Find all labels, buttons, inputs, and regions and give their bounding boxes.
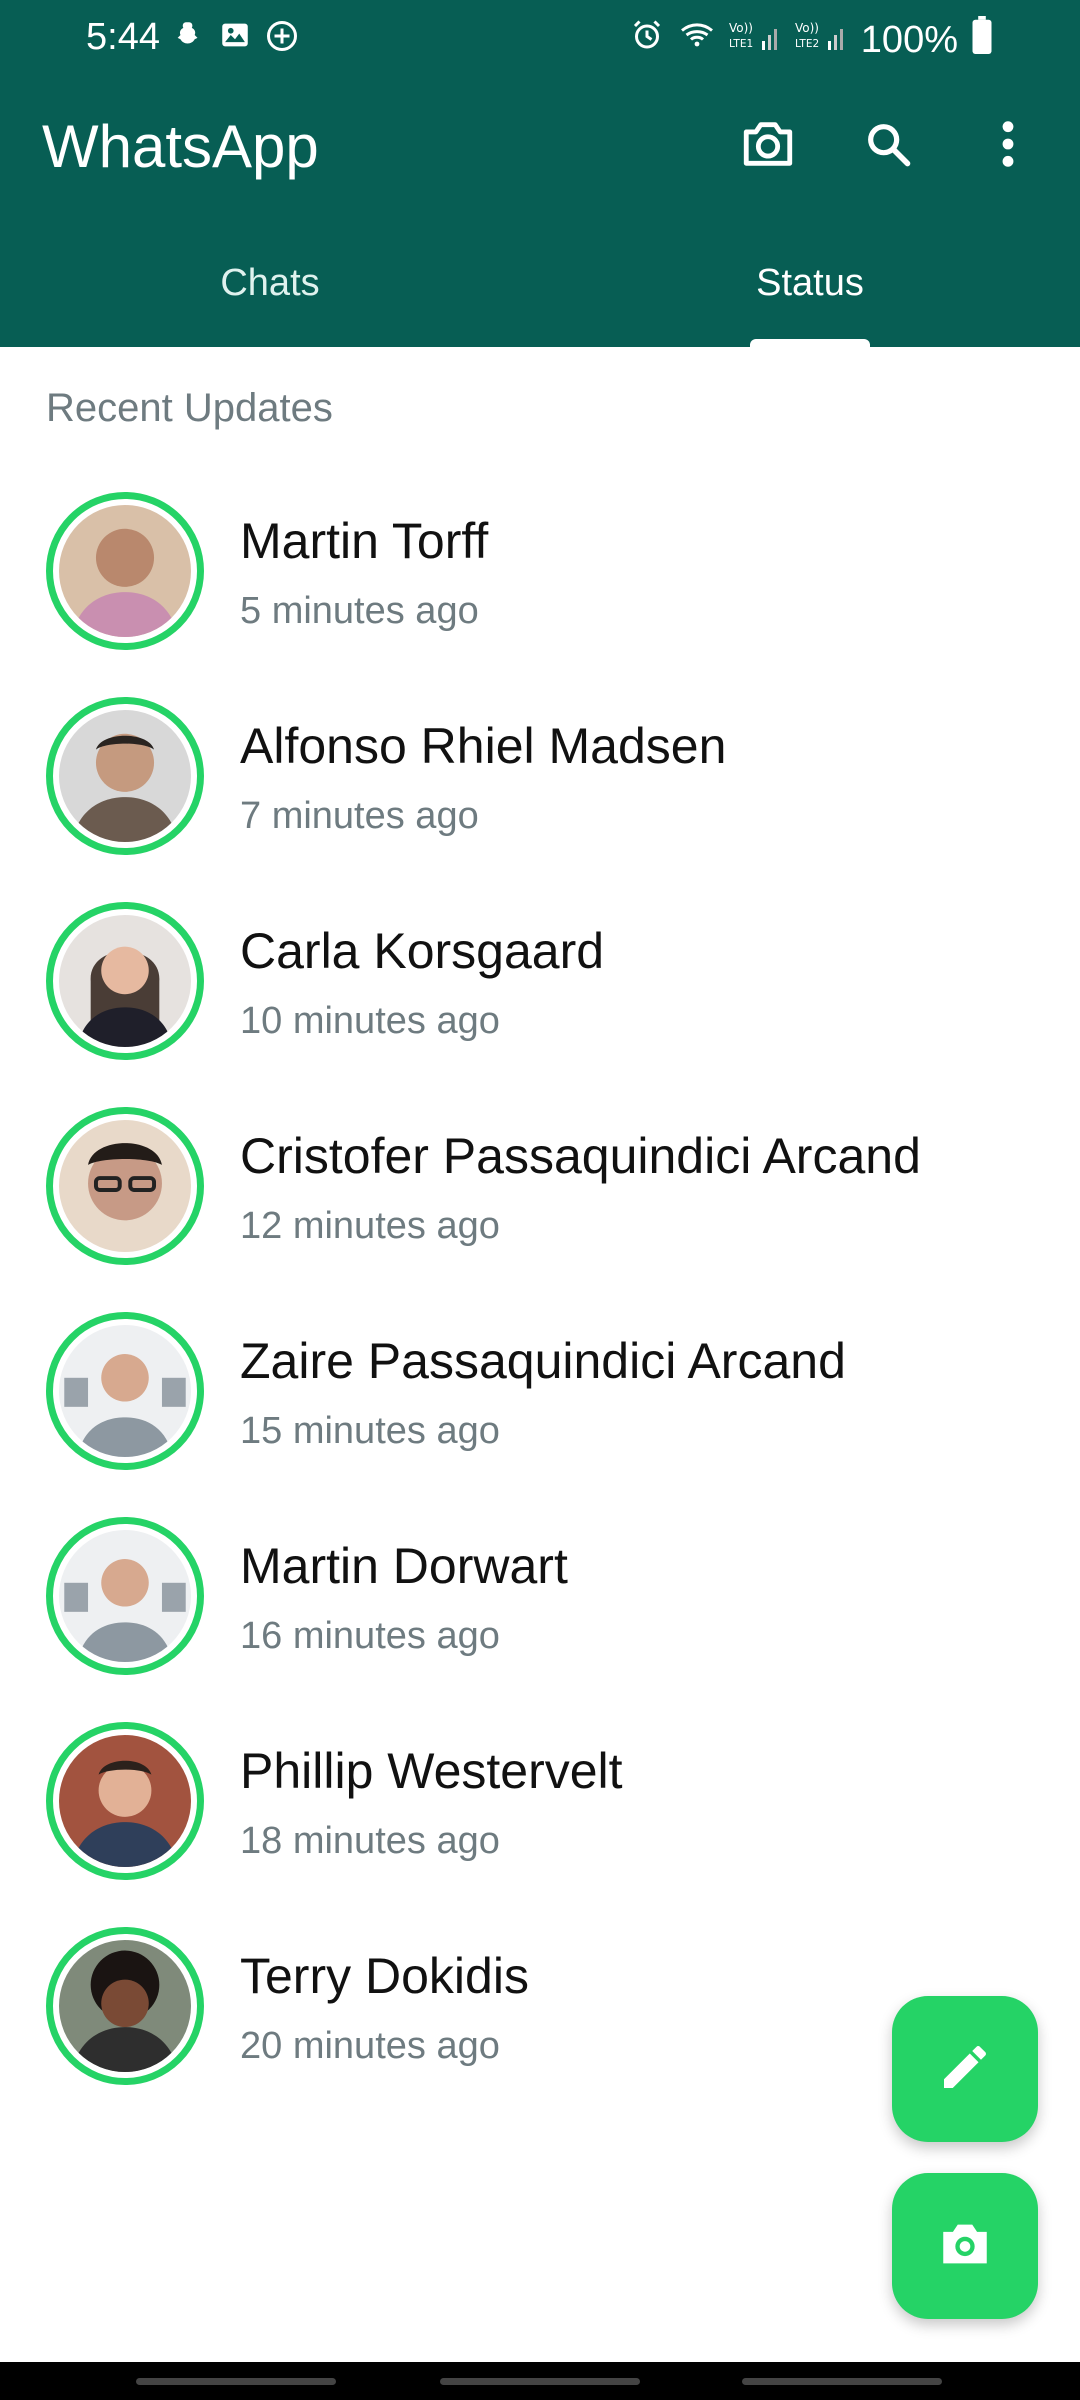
person-photo-icon — [59, 505, 191, 637]
person-photo-icon — [59, 1735, 191, 1867]
avatar-image — [59, 1735, 191, 1867]
status-item[interactable]: Martin Dorwart 16 minutes ago — [0, 1513, 1080, 1718]
app-bar: 5:44 Vo)) LTE1 Vo)) LTE2 100% WhatsApp C… — [0, 0, 1080, 347]
status-item[interactable]: Alfonso Rhiel Madsen 7 minutes ago — [0, 693, 1080, 898]
status-time-ago: 20 minutes ago — [240, 2025, 500, 2067]
person-photo-icon — [59, 1940, 191, 2072]
avatar[interactable] — [46, 492, 204, 650]
avatar-image — [59, 1530, 191, 1662]
avatar-image — [59, 915, 191, 1047]
status-time-ago: 7 minutes ago — [240, 795, 479, 837]
search-icon[interactable] — [856, 112, 920, 176]
edit-status-button[interactable] — [892, 1996, 1038, 2142]
status-list: Martin Torff 5 minutes ago Alfonso Rhiel… — [0, 488, 1080, 2128]
contact-name: Alfonso Rhiel Madsen — [240, 718, 727, 774]
camera-status-button[interactable] — [892, 2173, 1038, 2319]
avatar[interactable] — [46, 1722, 204, 1880]
tab-chats[interactable]: Chats — [0, 250, 540, 347]
alarm-icon — [629, 17, 665, 63]
person-photo-icon — [59, 1120, 191, 1252]
active-tab-indicator — [750, 339, 870, 347]
avatar-image — [59, 1325, 191, 1457]
tab-status[interactable]: Status — [540, 250, 1080, 347]
nav-home-handle[interactable] — [440, 2378, 640, 2385]
status-time-ago: 12 minutes ago — [240, 1205, 500, 1247]
avatar-image — [59, 1120, 191, 1252]
contact-name: Martin Dorwart — [240, 1538, 568, 1594]
status-screen: 5:44 Vo)) LTE1 Vo)) LTE2 100% WhatsApp C… — [0, 0, 1080, 2400]
person-photo-icon — [59, 710, 191, 842]
gallery-icon — [218, 18, 252, 64]
status-time-ago: 10 minutes ago — [240, 1000, 500, 1042]
system-navigation-bar — [0, 2362, 1080, 2400]
avatar[interactable] — [46, 1517, 204, 1675]
nav-recents-handle[interactable] — [136, 2378, 336, 2385]
contact-name: Carla Korsgaard — [240, 923, 605, 979]
avatar[interactable] — [46, 1927, 204, 2085]
status-item[interactable]: Phillip Westervelt 18 minutes ago — [0, 1718, 1080, 1923]
contact-name: Zaire Passaquindici Arcand — [240, 1333, 846, 1389]
nav-back-handle[interactable] — [742, 2378, 942, 2385]
wifi-icon — [677, 17, 717, 63]
status-item[interactable]: Zaire Passaquindici Arcand 15 minutes ag… — [0, 1308, 1080, 1513]
avatar[interactable] — [46, 1107, 204, 1265]
person-photo-icon — [59, 1530, 191, 1662]
svg-text:Vo)): Vo)) — [795, 21, 819, 35]
svg-text:LTE2: LTE2 — [795, 38, 819, 50]
status-item[interactable]: Martin Torff 5 minutes ago — [0, 488, 1080, 693]
status-left-icons — [172, 18, 300, 64]
status-item[interactable]: Carla Korsgaard 10 minutes ago — [0, 898, 1080, 1103]
contact-name: Phillip Westervelt — [240, 1743, 623, 1799]
tab-bar: Chats Status — [0, 250, 1080, 347]
status-time: 5:44 — [86, 16, 160, 58]
person-photo-icon — [59, 1325, 191, 1457]
camera-icon[interactable] — [736, 112, 800, 176]
status-time-ago: 15 minutes ago — [240, 1410, 500, 1452]
avatar-image — [59, 710, 191, 842]
contact-name: Martin Torff — [240, 513, 489, 569]
header-actions — [736, 112, 1040, 176]
more-vert-icon[interactable] — [976, 112, 1040, 176]
avatar[interactable] — [46, 1312, 204, 1470]
person-photo-icon — [59, 915, 191, 1047]
svg-text:Vo)): Vo)) — [729, 21, 753, 35]
signal-lte2-icon: Vo)) LTE2 — [795, 17, 849, 63]
avatar-image — [59, 1940, 191, 2072]
notification-icon — [172, 18, 206, 64]
battery-icon — [970, 16, 994, 64]
contact-name: Cristofer Passaquindici Arcand — [240, 1128, 921, 1184]
system-status-bar: 5:44 Vo)) LTE1 Vo)) LTE2 100% — [0, 0, 1080, 78]
avatar[interactable] — [46, 902, 204, 1060]
tab-chats-label: Chats — [220, 262, 320, 304]
recent-updates-label: Recent Updates — [46, 386, 333, 430]
status-right-icons: Vo)) LTE1 Vo)) LTE2 100% — [629, 16, 994, 64]
tab-status-label: Status — [756, 262, 864, 304]
add-circle-icon — [264, 18, 300, 64]
avatar[interactable] — [46, 697, 204, 855]
status-item[interactable]: Cristofer Passaquindici Arcand 12 minute… — [0, 1103, 1080, 1308]
status-time-ago: 16 minutes ago — [240, 1615, 500, 1657]
signal-lte1-icon: Vo)) LTE1 — [729, 17, 783, 63]
battery-percent: 100% — [860, 18, 958, 61]
svg-text:LTE1: LTE1 — [729, 38, 753, 50]
camera-icon — [936, 2218, 994, 2275]
status-time-ago: 5 minutes ago — [240, 590, 479, 632]
edit-icon — [937, 2039, 993, 2100]
avatar-image — [59, 505, 191, 637]
contact-name: Terry Dokidis — [240, 1948, 529, 2004]
app-title: WhatsApp — [42, 113, 319, 180]
status-time-ago: 18 minutes ago — [240, 1820, 500, 1862]
